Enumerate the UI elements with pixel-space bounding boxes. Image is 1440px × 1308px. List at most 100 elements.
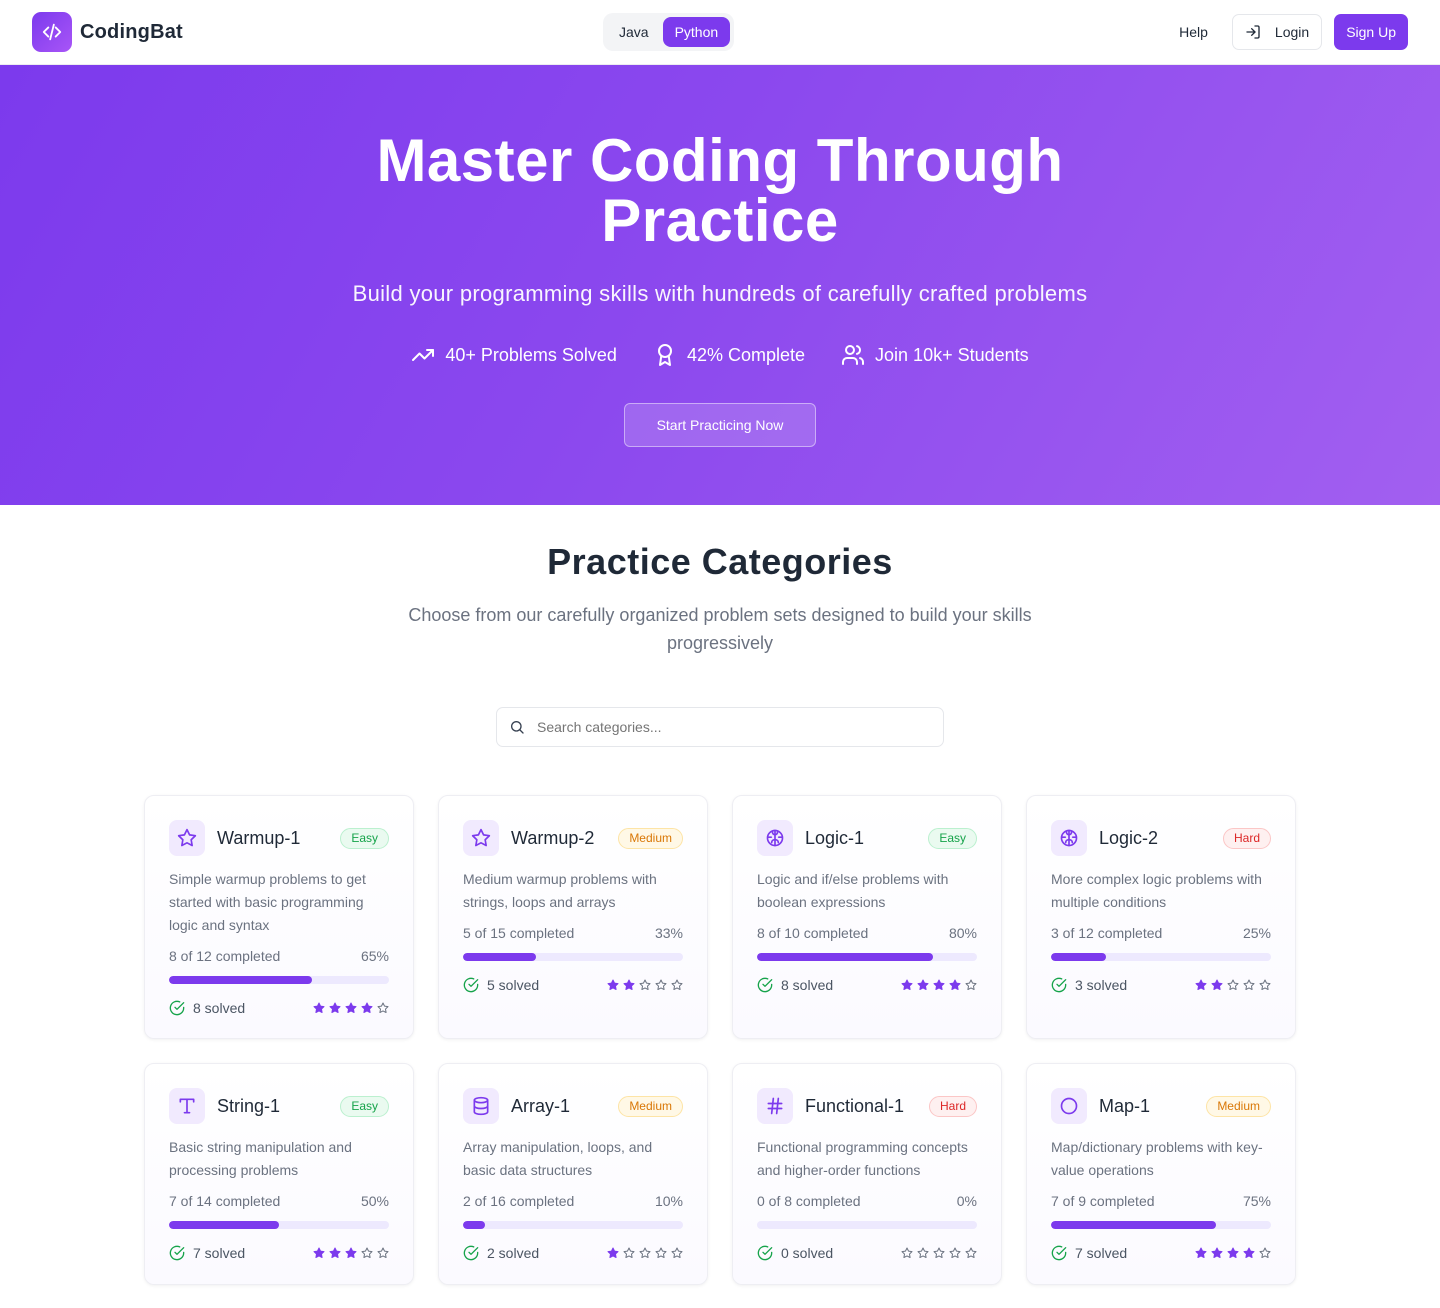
category-card[interactable]: Warmup-1 Easy Simple warmup problems to … <box>144 795 414 1039</box>
login-button[interactable]: Login <box>1231 14 1323 50</box>
stat-label: 42% Complete <box>686 344 806 365</box>
category-description: Logic and if/else problems with boolean … <box>757 871 949 910</box>
progress-fill <box>757 953 933 961</box>
search-icon <box>511 721 524 734</box>
progress-bar <box>757 1221 977 1229</box>
completed-text: 2 of 16 completed <box>463 1193 575 1209</box>
category-description: Map/dictionary problems with key-value o… <box>1051 1139 1263 1178</box>
progress-bar <box>1051 953 1271 961</box>
rating-stars <box>313 1002 389 1014</box>
start-practicing-button[interactable]: Start Practicing Now <box>624 403 816 447</box>
hero-stats: 40+ Problems Solved 42% Complete Join 10… <box>0 343 1440 367</box>
code-icon <box>32 12 72 52</box>
star-filled-icon <box>607 1247 619 1259</box>
hero-section: Master Coding Through Practice Build you… <box>0 65 1440 505</box>
brand-name: CodingBat <box>80 20 183 43</box>
star-empty-icon <box>377 1247 389 1259</box>
star-empty-icon <box>639 1247 651 1259</box>
card-footer: 2 solved <box>463 1245 683 1261</box>
check-circle-icon <box>757 977 773 993</box>
completed-text: 8 of 10 completed <box>757 925 869 941</box>
search-input[interactable] <box>537 719 931 735</box>
category-description: Medium warmup problems with strings, loo… <box>463 871 657 910</box>
check-circle-icon <box>169 1245 185 1261</box>
percent-text: 10% <box>654 1193 683 1209</box>
star-empty-icon <box>671 1247 683 1259</box>
star-filled-icon <box>345 1002 357 1014</box>
card-footer: 8 solved <box>169 1000 389 1016</box>
brand-logo[interactable]: CodingBat <box>32 12 183 52</box>
stat-problems-solved: 40+ Problems Solved <box>411 343 617 367</box>
difficulty-badge: Medium <box>618 1095 683 1117</box>
category-card[interactable]: String-1 Easy Basic string manipulation … <box>144 1063 414 1285</box>
search-box[interactable] <box>496 707 944 747</box>
stat-complete: 42% Complete <box>653 343 805 367</box>
lang-python-button[interactable]: Python <box>662 17 731 47</box>
nav-actions: Help Login Sign Up <box>1163 14 1408 50</box>
star-empty-icon <box>965 979 977 991</box>
language-switch: Java Python <box>603 13 735 51</box>
percent-text: 0% <box>956 1193 977 1209</box>
completed-text: 5 of 15 completed <box>463 925 575 941</box>
progress-row: 8 of 10 completed 80% <box>757 925 977 941</box>
star-filled-icon <box>623 979 635 991</box>
star-empty-icon <box>1259 979 1271 991</box>
hero-title: Master Coding Through Practice <box>376 127 1064 254</box>
category-card[interactable]: Logic-1 Easy Logic and if/else problems … <box>732 795 1002 1039</box>
check-circle-icon <box>463 977 479 993</box>
signup-button[interactable]: Sign Up <box>1334 14 1408 50</box>
star-empty-icon <box>639 979 651 991</box>
star-filled-icon <box>345 1247 357 1259</box>
stat-label: 40+ Problems Solved <box>445 344 617 365</box>
star-empty-icon <box>933 1247 945 1259</box>
check-circle-icon <box>169 1000 185 1016</box>
star-empty-icon <box>361 1247 373 1259</box>
difficulty-badge: Medium <box>618 827 683 849</box>
category-title: Warmup-1 <box>217 827 301 848</box>
progress-fill <box>169 976 312 984</box>
progress-row: 7 of 9 completed 75% <box>1051 1193 1271 1209</box>
rating-stars <box>607 979 683 991</box>
category-title: Logic-2 <box>1099 827 1159 848</box>
lang-java-button[interactable]: Java <box>607 17 661 47</box>
category-description: Functional programming concepts and high… <box>757 1139 968 1178</box>
star-empty-icon <box>1243 979 1255 991</box>
progress-fill <box>1051 1221 1216 1229</box>
star-empty-icon <box>1259 1247 1271 1259</box>
star-empty-icon <box>655 1247 667 1259</box>
category-title: Warmup-2 <box>511 827 595 848</box>
star-filled-icon <box>1195 979 1207 991</box>
star-filled-icon <box>901 979 913 991</box>
star-empty-icon <box>671 979 683 991</box>
star-empty-icon <box>901 1247 913 1259</box>
login-label: Login <box>1274 24 1310 40</box>
category-card[interactable]: Functional-1 Hard Functional programming… <box>732 1063 1002 1285</box>
completed-text: 7 of 9 completed <box>1051 1193 1155 1209</box>
category-card[interactable]: Map-1 Medium Map/dictionary problems wit… <box>1026 1063 1296 1285</box>
star-empty-icon <box>917 1247 929 1259</box>
star-empty-icon <box>1227 979 1239 991</box>
solved-text: 8 solved <box>193 1000 246 1016</box>
percent-text: 50% <box>360 1193 389 1209</box>
category-card[interactable]: Logic-2 Hard More complex logic problems… <box>1026 795 1296 1039</box>
category-title: Map-1 <box>1099 1095 1151 1116</box>
star-filled-icon <box>1243 1247 1255 1259</box>
check-circle-icon <box>757 1245 773 1261</box>
login-icon <box>1246 25 1260 39</box>
category-card[interactable]: Array-1 Medium Array manipulation, loops… <box>438 1063 708 1285</box>
category-description: Array manipulation, loops, and basic dat… <box>463 1139 653 1178</box>
progress-fill <box>1051 953 1106 961</box>
category-description: More complex logic problems with multipl… <box>1051 871 1262 910</box>
progress-row: 5 of 15 completed 33% <box>463 925 683 941</box>
help-link[interactable]: Help <box>1163 24 1224 40</box>
solved-text: 8 solved <box>781 977 834 993</box>
rating-stars <box>1195 1247 1271 1259</box>
star-icon <box>177 828 197 847</box>
check-circle-icon <box>463 1245 479 1261</box>
percent-text: 33% <box>654 925 683 941</box>
category-card[interactable]: Warmup-2 Medium Medium warmup problems w… <box>438 795 708 1039</box>
star-empty-icon <box>655 979 667 991</box>
star-filled-icon <box>1211 979 1223 991</box>
categories-section: Practice Categories Choose from our care… <box>0 505 1440 1285</box>
category-icon <box>1051 820 1087 856</box>
